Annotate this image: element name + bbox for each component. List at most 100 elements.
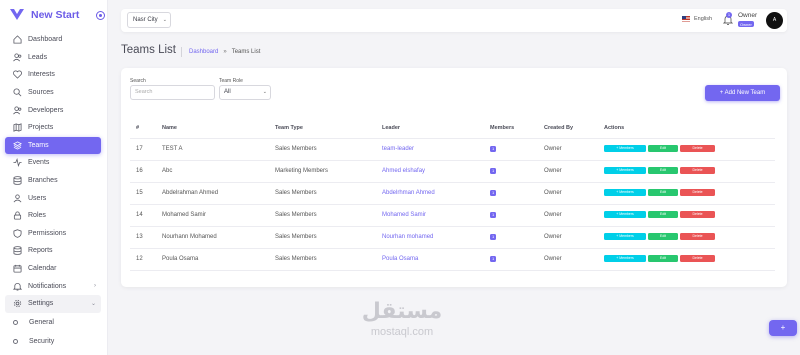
settings-submenu: General Security [0,313,107,351]
team-leader-link[interactable]: Ahmed elshafay [376,160,484,183]
team-name: TEST A [156,138,269,161]
sidebar-item-reports[interactable]: Reports [5,242,101,260]
members-button[interactable]: + Members [604,189,646,197]
sidebar-item-label: Developers [28,106,64,114]
shield-icon [12,228,22,238]
sidebar-item-developers[interactable]: Developers [5,101,101,119]
brand[interactable]: New Start [0,0,107,30]
database-icon [12,176,22,186]
members-cell: 1 [484,204,538,227]
sidebar-item-teams[interactable]: Teams [5,136,101,155]
members-count-badge: 1 [490,189,497,196]
members-count-badge: 1 [490,145,497,152]
table-row: 13 Nourhann Mohamed Sales Members Nourhan m… [130,226,775,249]
team-leader-link[interactable]: Abdelrhman Ahmed [376,182,484,205]
column-header: Name [156,118,269,139]
sidebar-item-users[interactable]: Users [5,189,101,207]
edit-button[interactable]: Edit [648,255,678,263]
sidebar-item-calendar[interactable]: Calendar [5,260,101,278]
team-name: Abc [156,160,269,183]
search-input[interactable]: Search [130,85,215,100]
team-role-label: Team Role [219,78,243,84]
team-type: Sales Members [269,204,376,227]
delete-button[interactable]: Delete [680,211,715,219]
edit-button[interactable]: Edit [648,189,678,197]
sidebar-item-events[interactable]: Events [5,154,101,172]
table-row: 16 Abc Marketing Members Ahmed elshafay 1 Own… [130,160,775,183]
team-leader-link[interactable]: team-leader [376,138,484,161]
delete-button[interactable]: Delete [680,189,715,197]
members-button[interactable]: + Members [604,233,646,241]
edit-button[interactable]: Edit [648,145,678,153]
sidebar-item-projects[interactable]: Projects [5,119,101,137]
members-button[interactable]: + Members [604,145,646,153]
sidebar-toggle-icon[interactable] [96,10,106,20]
sidebar-item-label: Projects [28,124,54,132]
us-flag-icon [682,16,690,22]
created-by: Owner [538,204,598,227]
table-row: 14 Mohamed Samir Sales Members Mohamed Sami… [130,204,775,227]
members-button[interactable]: + Members [604,211,646,219]
members-button[interactable]: + Members [604,167,646,175]
sidebar-item-settings[interactable]: Settings ⌄ [5,294,101,313]
sidebar: New Start Dashboard Leads Interests Sources… [0,0,108,355]
actions-cell: + Members Edit Delete [598,182,775,205]
breadcrumb-dashboard-link[interactable]: Dashboard [189,49,218,55]
city-select[interactable]: Nasr City ⌄ [127,12,171,28]
top-bar: Nasr City ⌄ English 1 Owner Owner A [121,9,787,32]
team-role-select[interactable]: All ⌄ [219,85,271,100]
sidebar-item-notifications[interactable]: Notifications › [5,277,101,295]
avatar[interactable]: A [766,12,783,29]
sidebar-item-label: Sources [28,89,54,97]
language-switcher[interactable]: English [682,16,712,22]
sidebar-item-roles[interactable]: Roles [5,207,101,225]
edit-button[interactable]: Edit [648,233,678,241]
sidebar-item-sources[interactable]: Sources [5,84,101,102]
user-name: Owner [738,12,758,19]
home-icon [12,35,22,45]
sidebar-item-branches[interactable]: Branches [5,172,101,190]
members-count-badge: 1 [490,211,497,218]
circle-icon [13,319,18,325]
table-row: 15 Abdelrahman Ahmed Sales Members Abdelrhm… [130,182,775,205]
sidebar-subitem-general[interactable]: General [0,313,107,332]
members-button[interactable]: + Members [604,255,646,263]
add-new-team-button[interactable]: + Add New Team [705,85,780,101]
team-leader-link[interactable]: Nourhan mohamed [376,226,484,249]
table-row: 17 TEST A Sales Members team-leader 1 Owner + … [130,138,775,161]
sidebar-item-interests[interactable]: Interests [5,66,101,84]
members-cell: 1 [484,182,538,205]
sidebar-item-label: Branches [28,177,58,185]
notification-badge: 1 [726,12,732,18]
sidebar-subitem-security[interactable]: Security [0,332,107,351]
actions-cell: + Members Edit Delete [598,204,775,227]
delete-button[interactable]: Delete [680,167,715,175]
map-icon [12,123,22,133]
search-label: Search [130,78,146,84]
members-cell: 1 [484,248,538,271]
team-type: Sales Members [269,226,376,249]
sidebar-item-dashboard[interactable]: Dashboard [5,31,101,49]
team-role-value: All [224,89,231,95]
edit-button[interactable]: Edit [648,211,678,219]
delete-button[interactable]: Delete [680,233,715,241]
team-leader-link[interactable]: Poula Osama [376,248,484,271]
chevron-down-icon: ⌄ [162,17,167,23]
teams-table: # Name Team Type Leader Members Created By Act… [130,118,775,271]
sidebar-item-label: Settings [28,300,54,308]
team-leader-link[interactable]: Mohamed Samir [376,204,484,227]
created-by: Owner [538,226,598,249]
edit-button[interactable]: Edit [648,167,678,175]
sidebar-nav: Dashboard Leads Interests Sources Developers… [0,31,107,313]
sidebar-item-permissions[interactable]: Permissions [5,225,101,243]
search-icon [12,88,22,98]
watermark: مستقل mostaql.com [352,298,452,338]
delete-button[interactable]: Delete [680,145,715,153]
actions-cell: + Members Edit Delete [598,226,775,249]
sidebar-item-leads[interactable]: Leads [5,49,101,67]
delete-button[interactable]: Delete [680,255,715,263]
sidebar-item-label: Roles [28,212,46,220]
team-type: Sales Members [269,138,376,161]
bell-icon [12,281,22,291]
floating-add-button[interactable]: + [769,320,797,336]
